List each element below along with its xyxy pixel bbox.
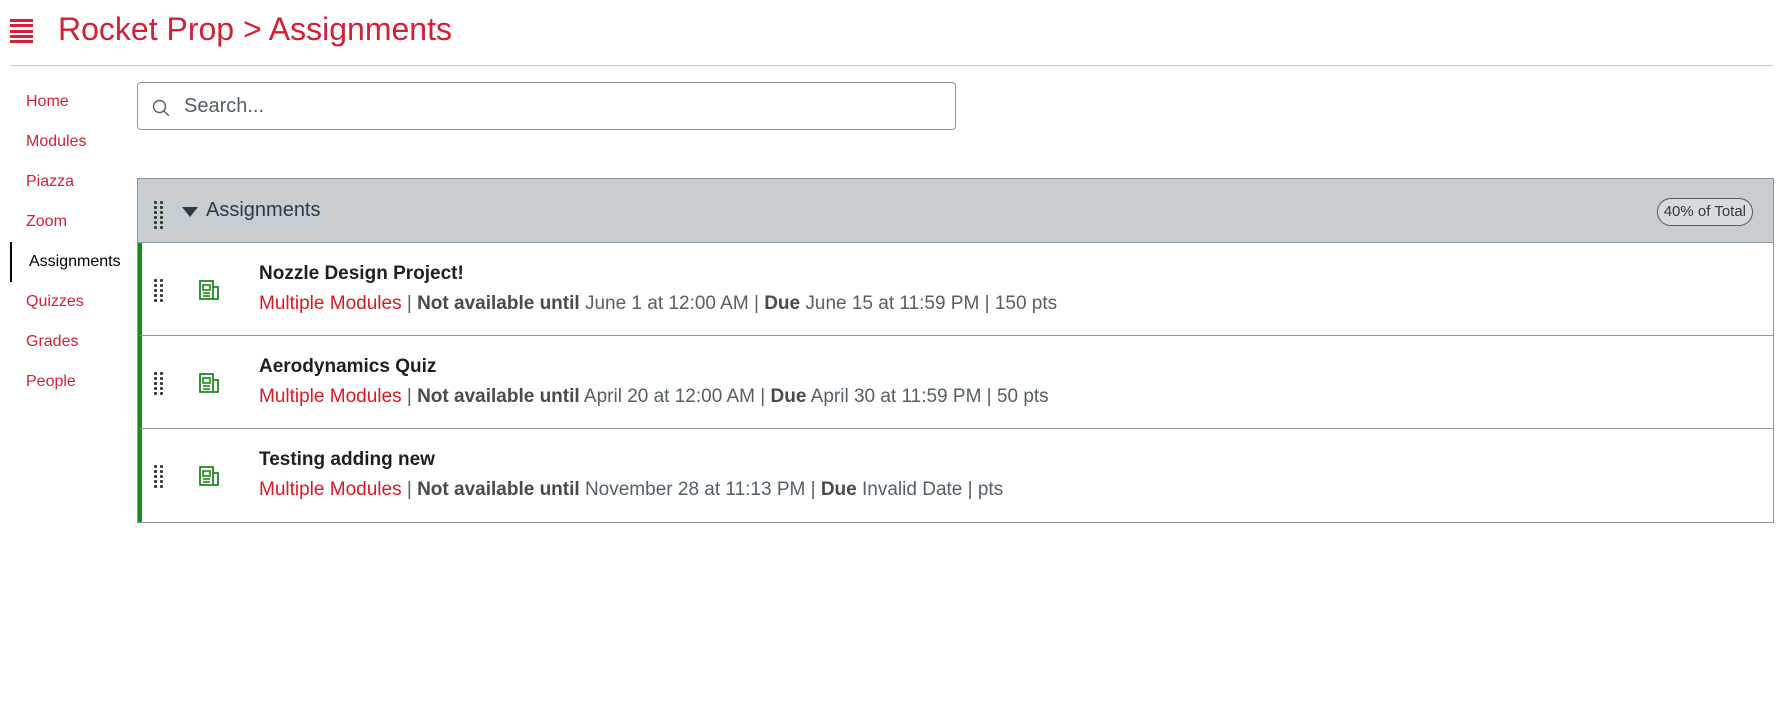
- drag-handle-icon[interactable]: [154, 201, 164, 229]
- assignment-icon: [199, 280, 219, 300]
- due-date: June 15 at 11:59 PM: [805, 293, 980, 314]
- assignment-icon: [199, 466, 219, 486]
- assignment-meta: Multiple Modules | Not available until J…: [259, 293, 1058, 314]
- search-icon: [152, 99, 170, 117]
- nav-item-home[interactable]: Home: [10, 82, 130, 122]
- points: 150 pts: [994, 293, 1058, 314]
- assignment-group-header[interactable]: Assignments 40% of Total: [138, 179, 1773, 243]
- assignment-row[interactable]: Aerodynamics Quiz Multiple Modules | Not…: [138, 336, 1773, 429]
- assignment-title[interactable]: Nozzle Design Project!: [259, 263, 464, 285]
- assignment-row[interactable]: Testing adding new Multiple Modules | No…: [138, 429, 1773, 522]
- caret-down-icon[interactable]: [182, 207, 198, 217]
- assignment-row[interactable]: Nozzle Design Project! Multiple Modules …: [138, 243, 1773, 336]
- search-input[interactable]: [184, 91, 944, 121]
- page-title: Rocket Prop > Assignments: [58, 11, 452, 47]
- due-date: Invalid Date: [862, 479, 963, 500]
- assignment-group: Assignments 40% of Total Nozzle Design P…: [137, 178, 1774, 523]
- nav-item-assignments[interactable]: Assignments: [10, 242, 130, 282]
- drag-handle-icon[interactable]: [154, 465, 164, 488]
- points: 50 pts: [996, 386, 1049, 407]
- drag-handle-icon[interactable]: [154, 372, 164, 395]
- availability-label: Not available until: [417, 293, 580, 314]
- hamburger-icon[interactable]: [10, 19, 33, 43]
- availability-date: June 1 at 12:00 AM: [584, 293, 749, 314]
- assignment-meta: Multiple Modules | Not available until A…: [259, 386, 1049, 407]
- drag-handle-icon[interactable]: [154, 279, 164, 302]
- course-navigation: Home Modules Piazza Zoom Assignments Qui…: [10, 82, 130, 402]
- assignment-group-title: Assignments: [206, 199, 321, 221]
- due-label: Due: [770, 386, 807, 407]
- nav-item-zoom[interactable]: Zoom: [10, 202, 130, 242]
- group-weight-badge: 40% of Total: [1656, 198, 1753, 226]
- assignment-title[interactable]: Testing adding new: [259, 449, 435, 471]
- modules-link[interactable]: Multiple Modules: [259, 479, 402, 500]
- nav-item-quizzes[interactable]: Quizzes: [10, 282, 130, 322]
- modules-link[interactable]: Multiple Modules: [259, 386, 402, 407]
- assignment-title[interactable]: Aerodynamics Quiz: [259, 356, 436, 378]
- due-date: April 30 at 11:59 PM: [810, 386, 982, 407]
- due-label: Due: [764, 293, 801, 314]
- nav-item-grades[interactable]: Grades: [10, 322, 130, 362]
- nav-item-people[interactable]: People: [10, 362, 130, 402]
- assignment-meta: Multiple Modules | Not available until N…: [259, 479, 1004, 500]
- search-box: [137, 82, 956, 130]
- assignment-icon: [199, 373, 219, 393]
- availability-label: Not available until: [417, 479, 580, 500]
- modules-link[interactable]: Multiple Modules: [259, 293, 402, 314]
- due-label: Due: [820, 479, 857, 500]
- points: pts: [977, 479, 1004, 500]
- availability-date: April 20 at 12:00 AM: [583, 386, 756, 407]
- header-divider: [10, 65, 1773, 66]
- availability-label: Not available until: [417, 386, 580, 407]
- nav-item-modules[interactable]: Modules: [10, 122, 130, 162]
- nav-item-piazza[interactable]: Piazza: [10, 162, 130, 202]
- availability-date: November 28 at 11:13 PM: [584, 479, 806, 500]
- page-header: Rocket Prop > Assignments: [0, 0, 1783, 66]
